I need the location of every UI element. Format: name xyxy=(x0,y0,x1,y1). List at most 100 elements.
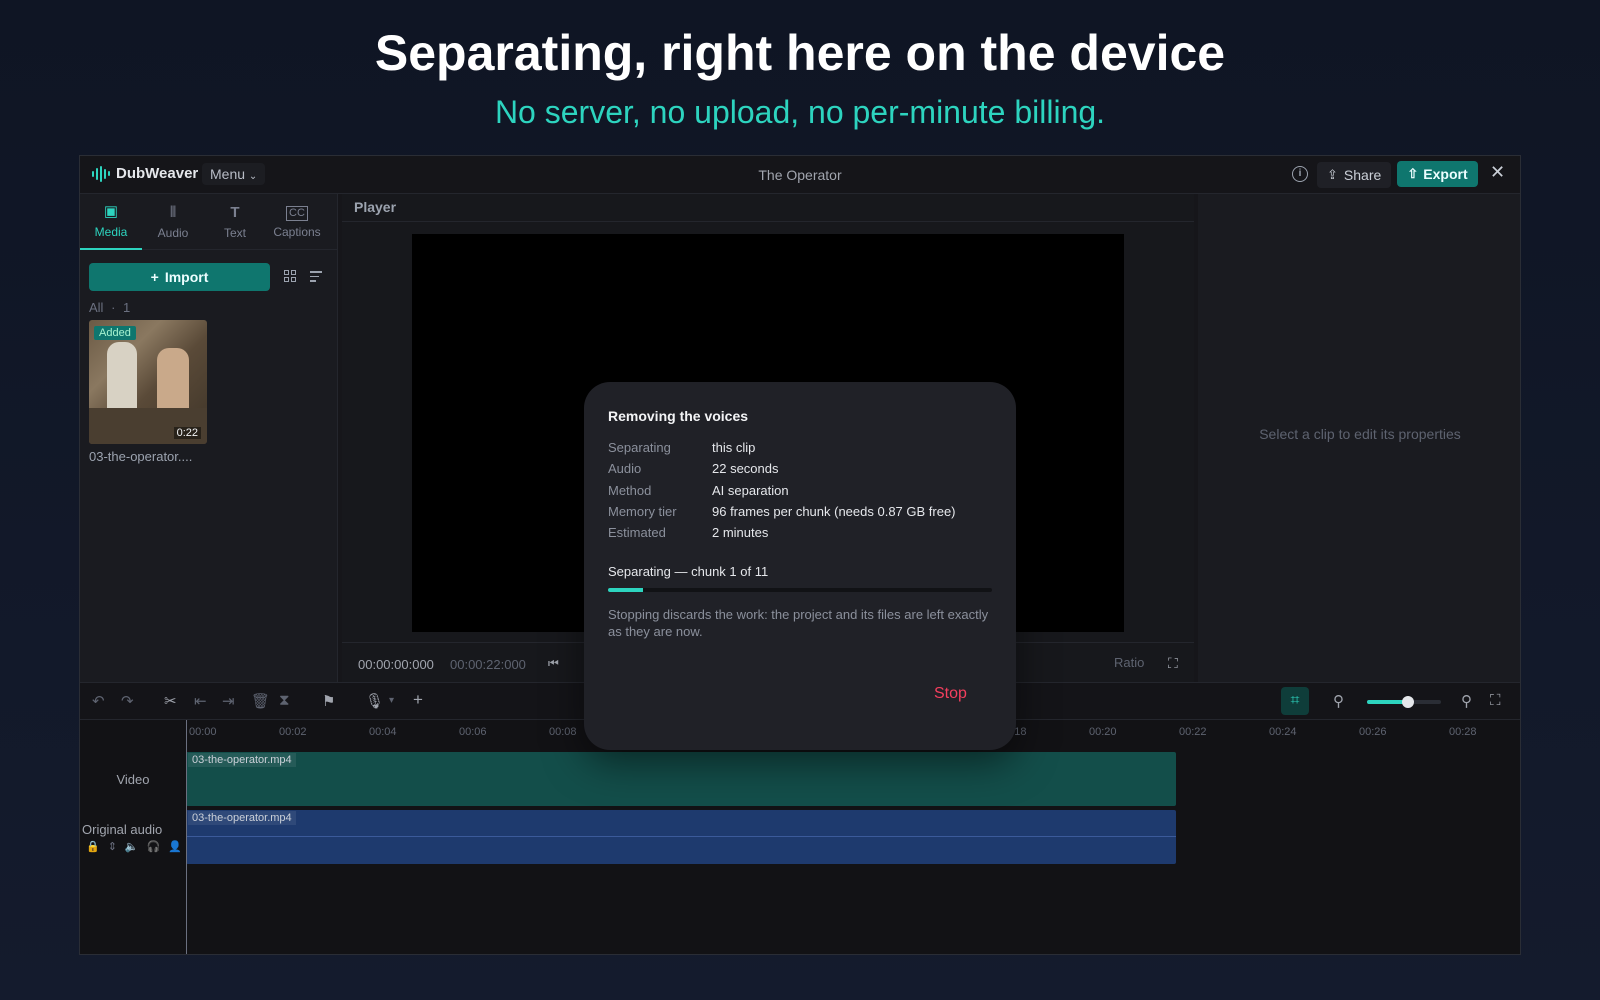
filter-label: All xyxy=(89,300,104,315)
hero-title: Separating, right here on the device xyxy=(374,25,1226,81)
export-label: Export xyxy=(1423,166,1468,182)
ruler-tick: 00:06 xyxy=(459,726,487,738)
clip-name: 03-the-operator.mp4 xyxy=(188,753,296,767)
media-thumbnail[interactable]: Added 0:22 xyxy=(89,320,207,444)
split-icon[interactable]: ⧗ xyxy=(279,692,290,709)
media-filter[interactable]: All · 1 xyxy=(89,300,130,315)
progress-fill xyxy=(608,588,643,592)
ruler-tick: 00:24 xyxy=(1269,726,1297,738)
dialog-details: Separating this clip Audio 22 seconds Meth… xyxy=(608,440,956,546)
marker-flag-icon[interactable]: ⚑ xyxy=(322,692,335,710)
progress-bar xyxy=(608,588,992,592)
detail-key: Memory tier xyxy=(608,503,677,519)
tab-label: Media xyxy=(94,225,128,239)
detail-value: AI separation xyxy=(712,482,789,498)
audio-track-controls: 🔒 ⇕ 🔈 🎧 👤 xyxy=(86,840,182,853)
ruler-tick: 00:22 xyxy=(1179,726,1207,738)
detail-key: Audio xyxy=(608,461,642,477)
close-icon[interactable]: ✕ xyxy=(1490,162,1505,183)
trim-end-icon[interactable]: ⇥ xyxy=(222,692,235,710)
detail-key: Separating xyxy=(608,440,671,455)
detail-value: this clip xyxy=(712,440,756,455)
headphones-icon[interactable]: 🎧 xyxy=(147,840,161,853)
tab-label: Text xyxy=(223,226,246,240)
timeline: 00:0000:0200:0400:0600:0800:1000:1200:14… xyxy=(80,720,1520,954)
info-icon[interactable]: i xyxy=(1292,166,1308,182)
tab-text[interactable]: T Text xyxy=(204,194,266,250)
media-duration: 0:22 xyxy=(173,427,201,439)
separation-dialog: Removing the voices Separating this clip … xyxy=(584,382,1016,750)
detail-row: Memory tier 96 frames per chunk (needs 0.… xyxy=(608,504,956,525)
grid-view-icon[interactable] xyxy=(284,270,296,282)
added-badge: Added xyxy=(94,326,136,340)
hero-subtitle: No server, no upload, no per-minute bill… xyxy=(494,94,1106,130)
import-button[interactable]: + Import xyxy=(89,263,270,291)
detail-row: Method AI separation xyxy=(608,483,956,504)
media-panel: ▣ Media ⦀ Audio T Text CC Captions + Imp… xyxy=(80,194,338,682)
lock-icon[interactable]: 🔒 xyxy=(86,840,100,853)
ruler-tick: 00:20 xyxy=(1089,726,1117,738)
tab-label: Captions xyxy=(273,224,321,239)
voice-icon[interactable]: 👤 xyxy=(168,840,182,853)
media-filename: 03-the-operator.... xyxy=(89,449,193,464)
scissors-icon[interactable]: ✂ xyxy=(164,692,177,710)
title-bar: DubWeaver Menu ⌄ The Operator i ⇪ Share … xyxy=(80,156,1520,194)
tab-label: Audio xyxy=(157,226,189,240)
zoom-in-icon[interactable]: ⚲ xyxy=(1461,692,1472,710)
audio-track-label: Original audio xyxy=(82,822,163,837)
detail-row: Separating this clip xyxy=(608,440,956,461)
audio-clip[interactable]: 03-the-operator.mp4 xyxy=(186,810,1176,864)
zoom-slider[interactable] xyxy=(1367,696,1441,708)
detail-key: Estimated xyxy=(608,525,666,541)
detail-key: Method xyxy=(608,482,652,498)
text-icon: T xyxy=(230,204,240,221)
ruler-tick: 00:08 xyxy=(549,726,577,738)
audio-icon: ⦀ xyxy=(169,204,177,221)
player-title: Player xyxy=(342,194,1194,222)
audio-waveform-line xyxy=(186,836,1176,837)
skip-back-icon[interactable]: ⏮ xyxy=(548,656,559,671)
volume-icon[interactable]: 🔈 xyxy=(125,840,139,853)
trim-start-icon[interactable]: ⇤ xyxy=(194,692,207,710)
playhead[interactable] xyxy=(186,720,187,954)
stop-button[interactable]: Stop xyxy=(934,685,967,703)
detail-row: Estimated 2 minutes xyxy=(608,525,956,546)
properties-panel: Select a clip to edit its properties xyxy=(1198,194,1520,682)
export-button[interactable]: ⇧ Export xyxy=(1397,161,1478,187)
ruler-tick: 00:02 xyxy=(279,726,307,738)
tab-audio[interactable]: ⦀ Audio xyxy=(142,194,204,250)
share-icon: ⇪ xyxy=(1327,167,1338,182)
undo-icon[interactable]: ↶ xyxy=(92,692,105,710)
import-label: Import xyxy=(164,269,209,285)
fullscreen-icon[interactable]: ⛶ xyxy=(1168,655,1178,672)
upload-icon: ⇧ xyxy=(1407,166,1419,181)
clip-name: 03-the-operator.mp4 xyxy=(188,811,296,825)
ratio-button[interactable]: Ratio xyxy=(1114,655,1144,670)
detail-value: 22 seconds xyxy=(712,461,779,477)
video-track-label: Video xyxy=(116,772,150,787)
dialog-note: Stopping discards the work: the project … xyxy=(608,607,989,639)
total-timecode: 00:00:22:000 xyxy=(450,657,526,672)
filter-separator: · xyxy=(111,300,116,315)
dialog-title: Removing the voices xyxy=(608,408,749,424)
fit-to-screen-icon[interactable]: ⛶ xyxy=(1490,692,1501,709)
tab-captions[interactable]: CC Captions xyxy=(266,194,328,250)
detail-row: Audio 22 seconds xyxy=(608,461,956,482)
progress-label: Separating — chunk 1 of 11 xyxy=(608,564,769,579)
captions-icon: CC xyxy=(286,205,308,221)
video-clip[interactable]: 03-the-operator.mp4 xyxy=(186,752,1176,806)
microphone-icon[interactable]: 🎙 xyxy=(365,692,384,710)
height-icon[interactable]: ⇕ xyxy=(108,840,117,853)
add-icon[interactable]: + xyxy=(413,690,423,710)
snap-toggle-icon[interactable]: ⌗ xyxy=(1281,687,1309,715)
sort-icon[interactable] xyxy=(310,271,322,285)
chevron-down-icon[interactable]: ▾ xyxy=(389,695,394,706)
zoom-handle[interactable] xyxy=(1401,696,1414,708)
tab-media[interactable]: ▣ Media xyxy=(80,194,142,250)
ruler-tick: 00:28 xyxy=(1449,726,1477,738)
delete-icon[interactable]: 🗑 xyxy=(251,692,270,710)
redo-icon[interactable]: ↷ xyxy=(121,692,134,710)
share-button[interactable]: ⇪ Share xyxy=(1317,162,1392,188)
share-label: Share xyxy=(1343,167,1382,183)
zoom-out-icon[interactable]: ⚲ xyxy=(1333,692,1344,710)
